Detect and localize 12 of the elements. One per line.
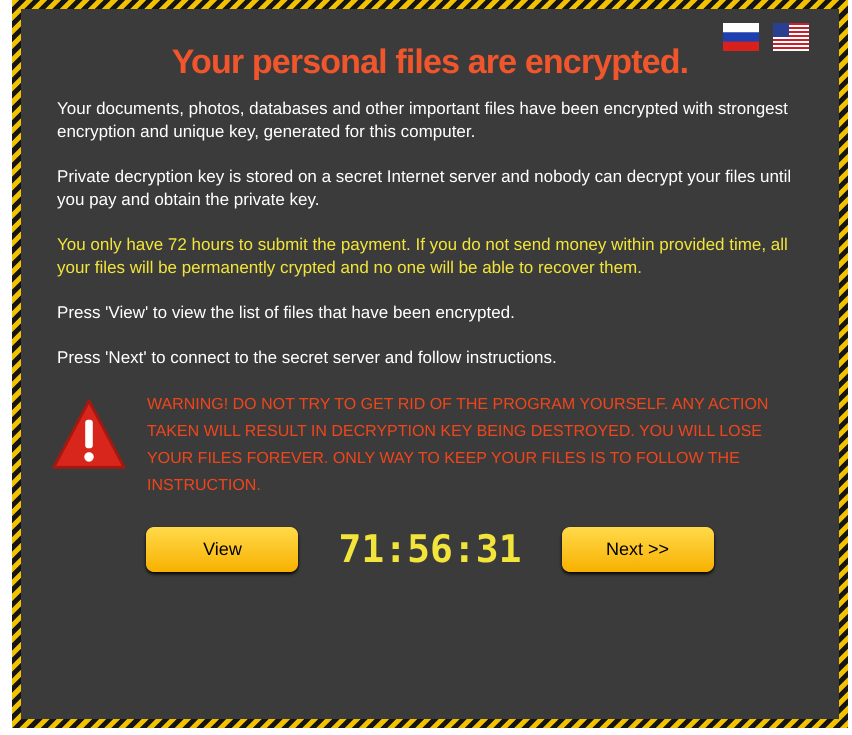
countdown-timer: 71:56:31: [337, 526, 523, 573]
flag-icon[interactable]: [723, 23, 759, 51]
flag-icon[interactable]: [773, 23, 809, 51]
window-title: Your personal files are encrypted.: [170, 45, 690, 79]
next-button[interactable]: Next >>: [562, 527, 714, 572]
message-text: Your documents, photos, databases and other important files have been encrypted with strongest encryption and unique key, generated for this computer.: [57, 98, 789, 143]
view-button[interactable]: View: [146, 527, 298, 572]
deadline-text: You only have 72 hours to submit the payment. If you do not send money within provided time, all your files will be permanently crypted and no one will be able to recover them.: [57, 234, 789, 279]
message-text: Press 'View' to view the list of files that have been encrypted.: [57, 302, 516, 324]
message-text: Private decryption key is stored on a secret Internet server and nobody can decrypt your files until you pay and obtain the private key.: [57, 166, 792, 211]
message-text: Press 'Next' to connect to the secret server and follow instructions.: [57, 347, 558, 369]
warning-text: WARNING! DO NOT TRY TO GET RID OF THE PROGRAM YOURSELF. ANY ACTION TAKEN WILL RESULT IN DECRYPTION KEY BEING DESTROYED. YOU WILL LOSE YOUR FILES FOREVER. ONLY WAY TO KEEP YOUR FILES IS TO FOLLOW THE INSTRUCTION.: [147, 395, 770, 496]
